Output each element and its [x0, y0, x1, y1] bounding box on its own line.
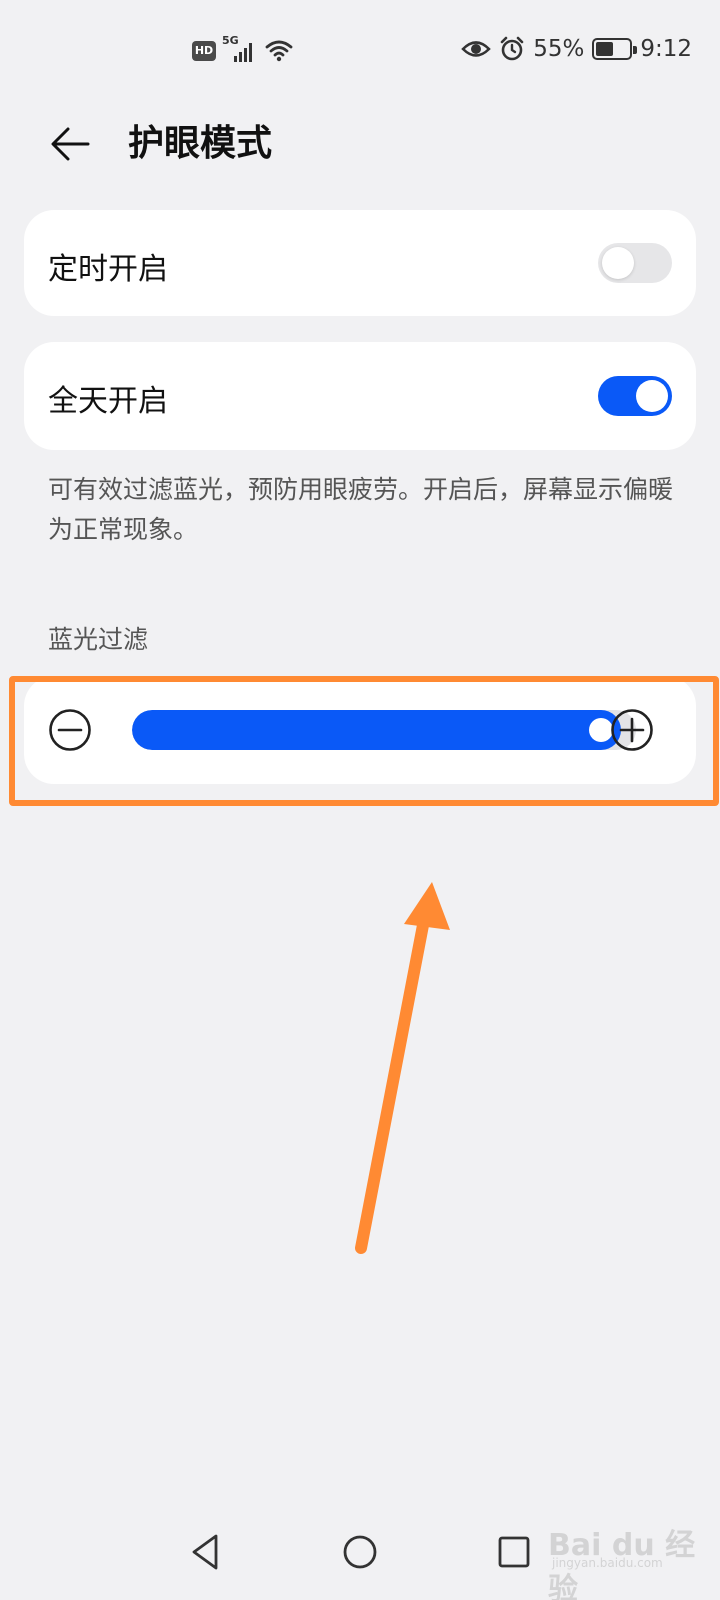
blue-light-section-label: 蓝光过滤 [48, 625, 149, 654]
wifi-icon [264, 38, 294, 64]
decrease-button[interactable] [48, 708, 92, 752]
all-day-setting-card[interactable]: 全天开启 [24, 342, 696, 450]
status-bar: HD 5G 55% 9:12 [0, 0, 720, 106]
blue-light-slider[interactable] [132, 710, 636, 750]
battery-fill [596, 42, 614, 56]
status-right-group: 55% 9:12 [461, 36, 692, 62]
page-title: 护眼模式 [128, 123, 273, 164]
increase-button[interactable] [610, 708, 654, 752]
battery-percent: 55% [533, 36, 585, 62]
clock-time: 9:12 [640, 36, 692, 62]
title-bar: 护眼模式 [0, 106, 720, 206]
watermark-logo: Bai du 经验 jingyan.baidu.com [548, 1510, 698, 1600]
watermark-sub: jingyan.baidu.com [552, 1556, 663, 1570]
recents-square-icon [498, 1536, 530, 1568]
all-day-label: 全天开启 [48, 384, 168, 419]
arrow-left-icon [51, 127, 90, 161]
scheduled-label: 定时开启 [48, 252, 168, 287]
all-day-toggle[interactable] [598, 376, 672, 416]
toggle-knob [602, 247, 634, 279]
toggle-knob [636, 380, 668, 412]
battery-icon [592, 38, 638, 60]
feature-description: 可有效过滤蓝光，预防用眼疲劳。开启后，屏幕显示偏暖为正常现象。 [48, 475, 674, 544]
minus-circle-icon [49, 709, 91, 751]
nav-recents-button[interactable] [492, 1530, 536, 1574]
alarm-icon [499, 36, 525, 62]
back-button[interactable] [42, 116, 98, 172]
phone-screen: HD 5G 55% 9:12 护眼模式 定时开启 全天开启 可有效过滤蓝光，预防… [0, 0, 720, 1600]
eye-comfort-icon [461, 38, 491, 60]
signal-icon: 5G [222, 34, 258, 64]
plus-circle-icon [611, 709, 653, 751]
blue-light-slider-card [24, 676, 696, 784]
nav-home-button[interactable] [338, 1530, 382, 1574]
home-circle-icon [343, 1535, 377, 1569]
battery-tip [633, 46, 638, 54]
status-left-group: HD 5G [192, 34, 294, 64]
back-triangle-icon [192, 1534, 218, 1570]
nav-back-button[interactable] [184, 1530, 228, 1574]
slider-fill [132, 710, 621, 750]
scheduled-toggle[interactable] [598, 243, 672, 283]
scheduled-setting-card[interactable]: 定时开启 [24, 210, 696, 316]
hd-icon: HD [192, 41, 216, 61]
